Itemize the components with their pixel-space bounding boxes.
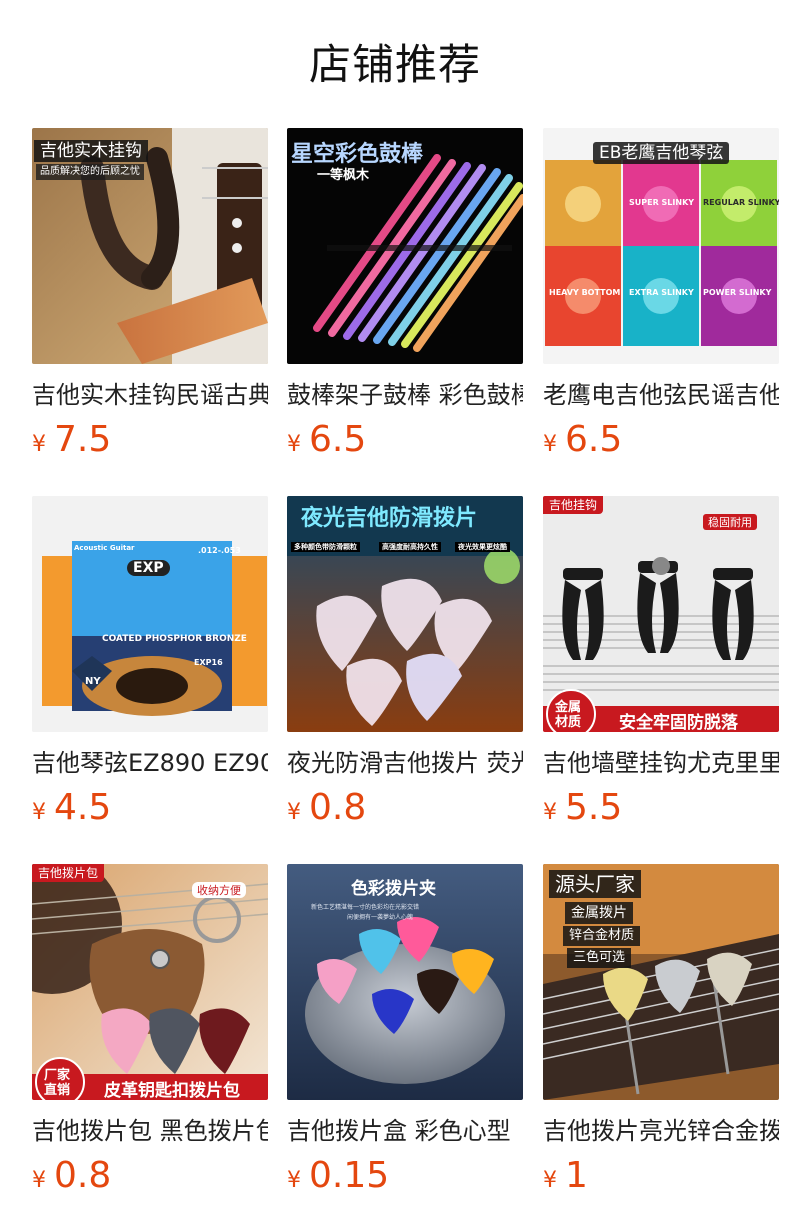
product-name[interactable]: 鼓棒架子鼓棒 彩色鼓棒 [287, 378, 523, 412]
product-image[interactable]: 吉他实木挂钩 品质解决您的后顾之忧 [32, 128, 268, 364]
currency-symbol: ¥ [32, 432, 46, 457]
overlay-sublabel: 夜光效果更炫酷 [455, 542, 510, 552]
price-value: 0.8 [309, 787, 367, 828]
overlay-sublabel: 高强度耐高持久性 [379, 542, 441, 552]
currency-symbol: ¥ [32, 800, 46, 825]
overlay-sublabel: 多种颜色带防滑颗粒 [291, 542, 360, 552]
overlay-sublabel: Acoustic Guitar [74, 544, 135, 552]
product-image[interactable]: EXP COATED PHOSPHOR BRONZE EXP16 Acousti… [32, 496, 268, 732]
overlay-sublabel: EXP16 [194, 658, 223, 667]
product-price: ¥6.5 [543, 416, 779, 470]
overlay-sublabel: 一等枫木 [317, 168, 370, 183]
product-name[interactable]: 吉他拨片包 黑色拨片包 [32, 1114, 268, 1148]
product-card[interactable]: 夜光吉他防滑拨片 多种颜色带防滑颗粒 高强度耐高持久性 夜光效果更炫酷 夜光防滑… [287, 496, 523, 838]
price-value: 4.5 [54, 787, 112, 828]
price-value: 7.5 [54, 419, 112, 460]
overlay-sublabel: 新色工艺精湛每一寸的色彩均在光影交错 [311, 904, 420, 911]
overlay-sublabel: 品质解决您的后顾之忧 [36, 164, 144, 180]
product-image[interactable]: EB老鹰吉他琴弦 SUPER SLINKY REGULAR SLINKY HEA… [543, 128, 779, 364]
overlay-sublabel: 稳固耐用 [703, 514, 757, 530]
product-price: ¥0.8 [287, 784, 523, 838]
product-name[interactable]: 吉他拨片盒 彩色心型 [287, 1114, 523, 1148]
currency-symbol: ¥ [287, 1168, 301, 1193]
product-name[interactable]: 吉他拨片亮光锌合金拨片 [543, 1114, 779, 1148]
overlay-sublabel: 锌合金材质 [563, 926, 641, 946]
overlay-label: 源头厂家 [549, 870, 641, 898]
overlay-sublabel: 收纳方便 [192, 882, 246, 898]
overlay-badge: 厂家直销 [44, 1068, 71, 1098]
currency-symbol: ¥ [543, 800, 557, 825]
product-card[interactable]: 吉他挂钩 稳固耐用 金属材质 安全牢固防脱落 吉他墙壁挂钩尤克里里 ¥5.5 [543, 496, 779, 838]
currency-symbol: ¥ [32, 1168, 46, 1193]
price-value: 1 [565, 1155, 588, 1196]
product-price: ¥0.15 [287, 1152, 523, 1206]
product-image[interactable]: 星空彩色鼓棒 一等枫木 [287, 128, 523, 364]
overlay-sublabel: 金属拨片 [565, 902, 633, 924]
product-card[interactable]: EXP COATED PHOSPHOR BRONZE EXP16 Acousti… [32, 496, 268, 838]
overlay-sublabel: SUPER SLINKY [629, 198, 695, 207]
price-value: 5.5 [565, 787, 623, 828]
product-price: ¥0.8 [32, 1152, 268, 1206]
product-name[interactable]: 吉他实木挂钩民谣古典 [32, 378, 268, 412]
product-card[interactable]: 星空彩色鼓棒 一等枫木 鼓棒架子鼓棒 彩色鼓棒 ¥6.5 [287, 128, 523, 470]
product-price: ¥1 [543, 1152, 779, 1206]
overlay-sublabel: POWER SLINKY [703, 288, 772, 297]
overlay-sublabel: NY [85, 676, 101, 687]
currency-symbol: ¥ [287, 800, 301, 825]
overlay-label: 色彩拨片夹 [351, 879, 436, 899]
price-value: 6.5 [309, 419, 367, 460]
product-name[interactable]: 夜光防滑吉他拨片 荧光 [287, 746, 523, 780]
overlay-banner: 皮革钥匙扣拨片包 [104, 1081, 240, 1100]
overlay-sublabel: REGULAR SLINKY [703, 198, 779, 207]
overlay-label: 吉他实木挂钩 [34, 140, 148, 162]
overlay-label: 吉他挂钩 [543, 496, 604, 514]
product-card[interactable]: 吉他拨片包 收纳方便 厂家直销 皮革钥匙扣拨片包 吉他拨片包 黑色拨片包 ¥0.… [32, 864, 268, 1206]
currency-symbol: ¥ [287, 432, 301, 457]
price-value: 6.5 [565, 419, 623, 460]
product-price: ¥5.5 [543, 784, 779, 838]
product-price: ¥4.5 [32, 784, 268, 838]
price-value: 0.15 [309, 1155, 390, 1196]
price-value: 0.8 [54, 1155, 112, 1196]
product-image[interactable]: 吉他拨片包 收纳方便 厂家直销 皮革钥匙扣拨片包 [32, 864, 268, 1100]
product-name[interactable]: 老鹰电吉他弦民谣吉他弦 [543, 378, 779, 412]
product-card[interactable]: EB老鹰吉他琴弦 SUPER SLINKY REGULAR SLINKY HEA… [543, 128, 779, 470]
product-image[interactable]: 源头厂家 金属拨片 锌合金材质 三色可选 [543, 864, 779, 1100]
overlay-sublabel: .012-.053 [198, 546, 241, 555]
product-card[interactable]: 源头厂家 金属拨片 锌合金材质 三色可选 吉他拨片亮光锌合金拨片 ¥1 [543, 864, 779, 1206]
overlay-label: COATED PHOSPHOR BRONZE [102, 634, 247, 644]
product-card[interactable]: 吉他实木挂钩 品质解决您的后顾之忧 吉他实木挂钩民谣古典 ¥7.5 [32, 128, 268, 470]
product-name[interactable]: 吉他墙壁挂钩尤克里里 [543, 746, 779, 780]
product-name[interactable]: 吉他琴弦EZ890 EZ900 [32, 746, 268, 780]
product-card[interactable]: 色彩拨片夹 新色工艺精湛每一寸的色彩均在光影交错 闲便拥有一袭夢幼人心魄 吉他拨… [287, 864, 523, 1206]
product-price: ¥6.5 [287, 416, 523, 470]
overlay-sublabel: 三色可选 [567, 948, 632, 968]
page-title: 店铺推荐 [308, 40, 481, 89]
product-price: ¥7.5 [32, 416, 268, 470]
overlay-sublabel: 闲便拥有一袭夢幼人心魄 [347, 914, 414, 921]
currency-symbol: ¥ [543, 1168, 557, 1193]
product-image[interactable]: 夜光吉他防滑拨片 多种颜色带防滑颗粒 高强度耐高持久性 夜光效果更炫酷 [287, 496, 523, 732]
overlay-label: 吉他拨片包 [32, 864, 105, 882]
overlay-banner: 安全牢固防脱落 [619, 713, 738, 732]
overlay-badge: 金属材质 [555, 700, 582, 730]
overlay-sublabel: HEAVY BOTTOM [549, 288, 621, 297]
product-image[interactable]: 色彩拨片夹 新色工艺精湛每一寸的色彩均在光影交错 闲便拥有一袭夢幼人心魄 [287, 864, 523, 1100]
overlay-label: EB老鹰吉他琴弦 [593, 142, 730, 164]
overlay-sublabel: EXTRA SLINKY [629, 288, 694, 297]
brand-logo: EXP [127, 560, 170, 576]
currency-symbol: ¥ [543, 432, 557, 457]
product-image[interactable]: 吉他挂钩 稳固耐用 金属材质 安全牢固防脱落 [543, 496, 779, 732]
overlay-label: 夜光吉他防滑拨片 [301, 506, 478, 531]
